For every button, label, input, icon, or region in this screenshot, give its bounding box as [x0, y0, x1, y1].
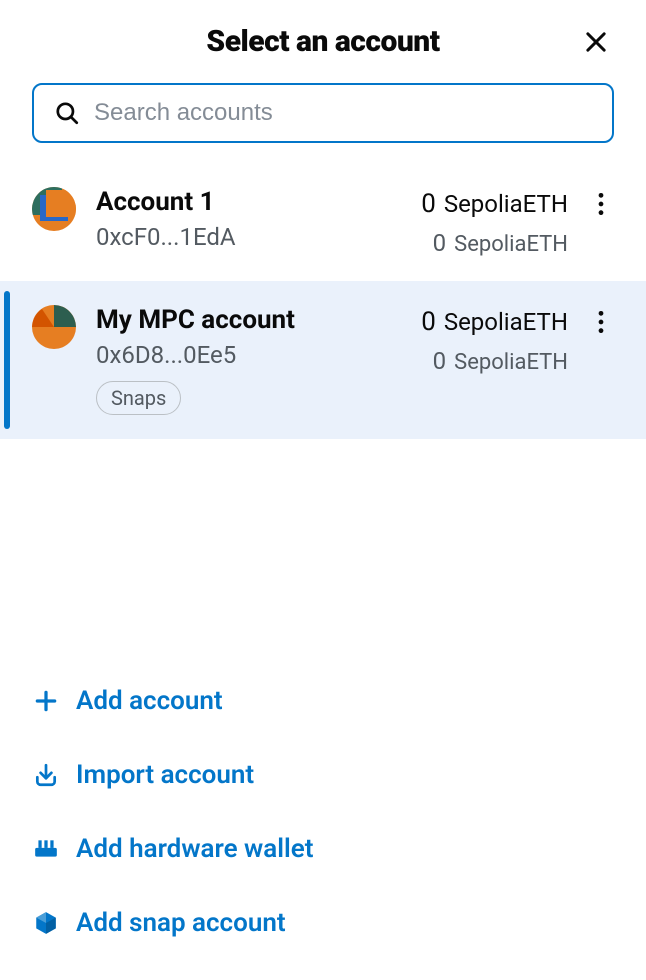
- balance-value-secondary: 0: [433, 229, 447, 257]
- account-item[interactable]: My MPC account 0x6D8...0Ee5 Snaps 0 Sepo…: [0, 281, 646, 439]
- badge-snaps: Snaps: [96, 381, 181, 415]
- modal-title: Select an account: [206, 24, 439, 59]
- search-container[interactable]: [32, 83, 614, 143]
- account-info: Account 1 0xcF0...1EdA: [96, 187, 401, 251]
- balance-currency-secondary: SepoliaETH: [454, 232, 568, 257]
- balance-currency: SepoliaETH: [444, 308, 568, 336]
- add-snap-account-button[interactable]: Add snap account: [32, 886, 614, 960]
- more-button[interactable]: [588, 187, 614, 221]
- close-button[interactable]: [578, 24, 614, 60]
- balance-currency-secondary: SepoliaETH: [454, 350, 568, 375]
- hardware-icon: [32, 835, 60, 863]
- add-account-button[interactable]: Add account: [32, 664, 614, 738]
- search-wrapper: [0, 83, 646, 163]
- avatar: [32, 305, 76, 349]
- close-icon: [582, 28, 610, 56]
- add-hardware-wallet-button[interactable]: Add hardware wallet: [32, 812, 614, 886]
- download-icon: [32, 761, 60, 789]
- action-label: Add snap account: [76, 908, 286, 938]
- plus-icon: [32, 687, 60, 715]
- cube-icon: [32, 909, 60, 937]
- account-name: Account 1: [96, 187, 401, 217]
- action-label: Import account: [76, 760, 254, 790]
- account-address: 0x6D8...0Ee5: [96, 341, 401, 369]
- avatar: [32, 187, 76, 231]
- search-input[interactable]: [94, 99, 592, 127]
- action-label: Add account: [76, 686, 223, 716]
- account-balances: 0 SepoliaETH 0 SepoliaETH: [421, 187, 568, 257]
- balance-secondary: 0 SepoliaETH: [433, 229, 568, 257]
- actions-list: Add account Import account: [0, 644, 646, 980]
- account-info: My MPC account 0x6D8...0Ee5 Snaps: [96, 305, 401, 415]
- account-address: 0xcF0...1EdA: [96, 223, 401, 251]
- search-icon: [54, 100, 80, 126]
- action-label: Add hardware wallet: [76, 834, 313, 864]
- account-name: My MPC account: [96, 305, 401, 335]
- select-account-modal: Select an account: [0, 0, 646, 980]
- balance-primary: 0 SepoliaETH: [421, 307, 568, 337]
- account-list: Account 1 0xcF0...1EdA 0 SepoliaETH 0 Se…: [0, 163, 646, 644]
- more-vertical-icon: [592, 309, 610, 335]
- import-account-button[interactable]: Import account: [32, 738, 614, 812]
- balance-currency: SepoliaETH: [444, 190, 568, 218]
- balance-primary: 0 SepoliaETH: [421, 189, 568, 219]
- account-item[interactable]: Account 1 0xcF0...1EdA 0 SepoliaETH 0 Se…: [0, 163, 646, 281]
- more-button[interactable]: [588, 305, 614, 339]
- modal-header: Select an account: [0, 0, 646, 83]
- more-vertical-icon: [592, 191, 610, 217]
- balance-value-secondary: 0: [433, 347, 447, 375]
- balance-value: 0: [421, 307, 436, 337]
- balance-secondary: 0 SepoliaETH: [433, 347, 568, 375]
- account-badges: Snaps: [96, 381, 401, 415]
- balance-value: 0: [421, 189, 436, 219]
- account-balances: 0 SepoliaETH 0 SepoliaETH: [421, 305, 568, 375]
